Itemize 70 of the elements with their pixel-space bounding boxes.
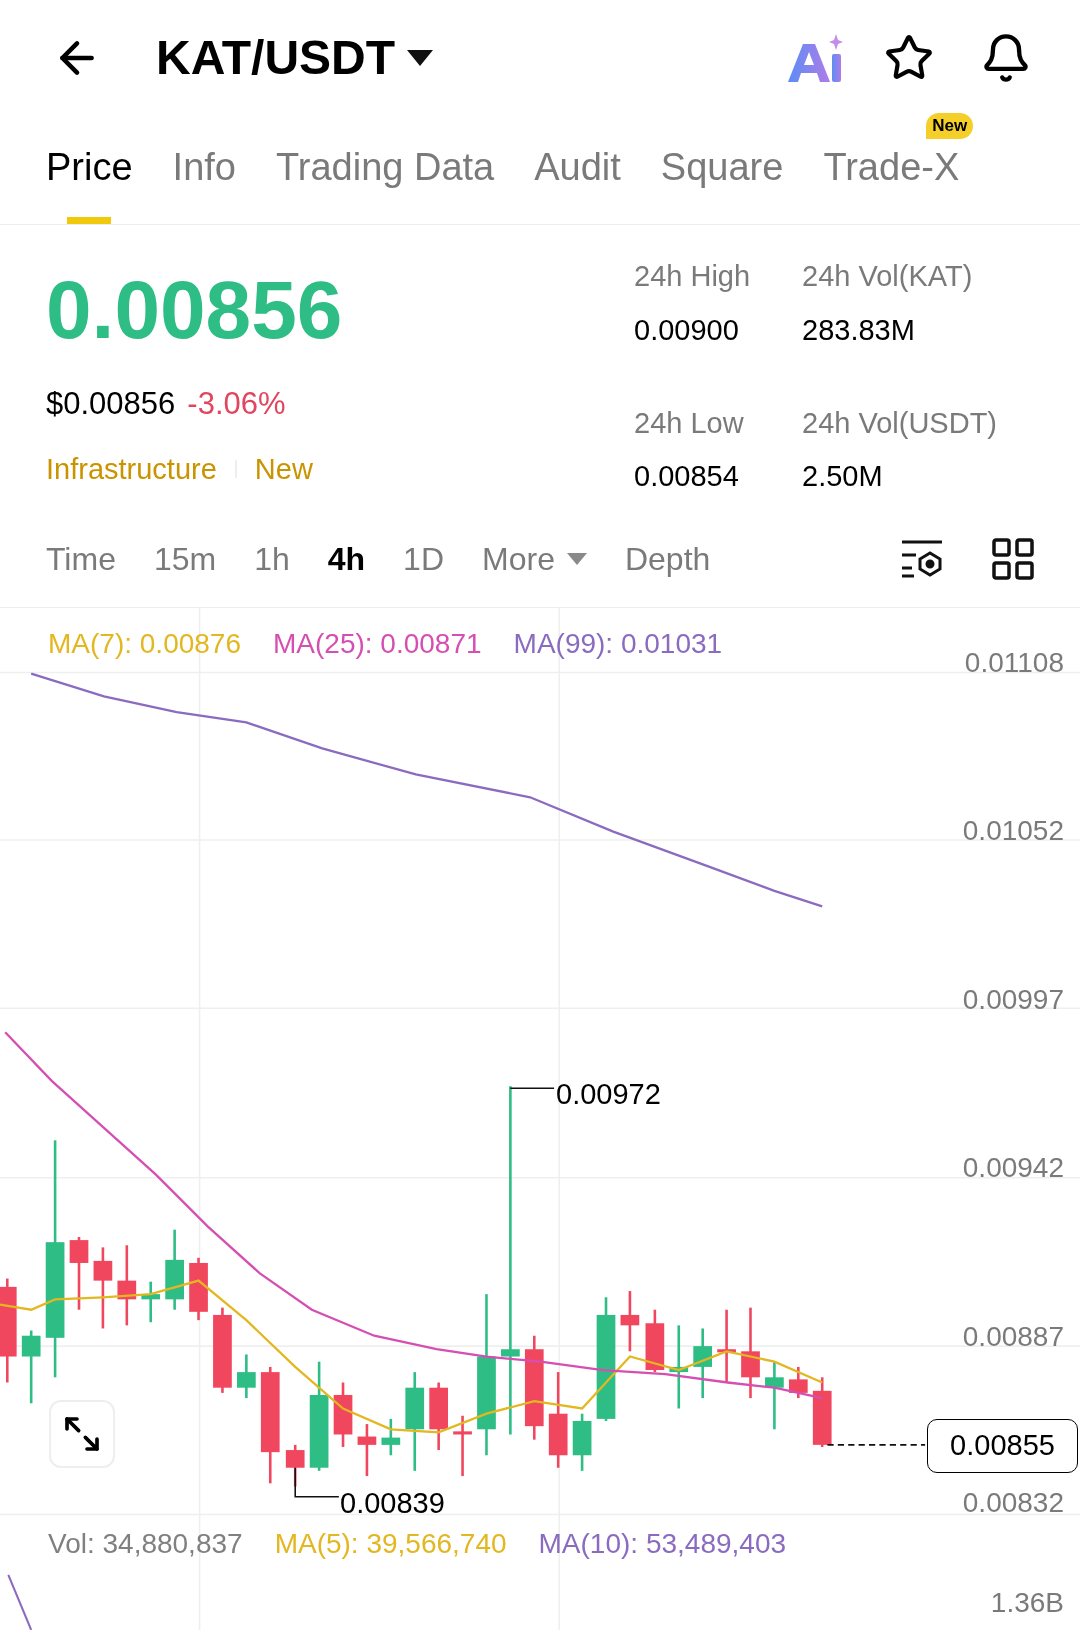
expand-icon <box>62 1414 102 1454</box>
candle <box>812 1377 832 1447</box>
moving-average-legend: MA(99): 0.01031 <box>513 623 723 665</box>
moving-average-legend: MA(25): 0.00871 <box>273 623 482 665</box>
interval-tab[interactable]: 1h <box>254 534 290 583</box>
stat-label: 24h Vol(USDT) <box>802 405 998 441</box>
candle <box>572 1413 592 1471</box>
category-tag[interactable]: New <box>254 447 313 491</box>
volume-legend: MA(5): 39,566,740 <box>274 1523 507 1565</box>
candle <box>693 1328 713 1399</box>
fullscreen-button[interactable] <box>49 1400 115 1468</box>
candle <box>645 1309 665 1373</box>
volume-legend: Vol: 34,880,837 <box>48 1523 243 1565</box>
tab[interactable]: Info <box>172 139 236 224</box>
pair-selector[interactable]: KAT/USDT <box>156 21 434 94</box>
candle <box>237 1354 256 1399</box>
stat-value: 283.83M <box>802 312 916 348</box>
stat-label: 24h High <box>634 259 752 294</box>
moving-average-legend: MA(7): 0.00876 <box>48 623 241 665</box>
caret-icon <box>566 552 587 565</box>
current-price-tag: 0.00855 <box>927 1419 1078 1473</box>
candle <box>429 1382 448 1451</box>
volume-ma-line <box>7 1574 33 1630</box>
stat-value: 0.00900 <box>634 312 740 348</box>
interval-tab[interactable]: Depth <box>624 534 711 583</box>
last-price: 0.00856 <box>46 269 344 351</box>
high-leader-line <box>509 1087 555 1090</box>
interval-tab[interactable]: Time <box>46 534 116 583</box>
candle <box>141 1281 161 1323</box>
stat-label: 24h Vol(KAT) <box>802 259 974 294</box>
interval-tab[interactable]: More <box>482 534 587 583</box>
tab[interactable]: Trading Data <box>275 139 495 224</box>
price-change: -3.06% <box>187 385 286 423</box>
stat-value: 2.50M <box>802 459 884 494</box>
tab[interactable]: Square <box>660 139 784 224</box>
candle <box>765 1361 784 1430</box>
low-leader-line <box>294 1466 340 1498</box>
price-axis-label: 0.00832 <box>962 1486 1064 1520</box>
tab[interactable]: Price <box>46 139 133 224</box>
price-axis-label: 0.00942 <box>962 1151 1064 1185</box>
candle <box>620 1291 640 1352</box>
candle <box>357 1424 377 1477</box>
price-axis-label: 0.00997 <box>962 983 1064 1017</box>
tab[interactable]: Trade-X <box>823 139 960 224</box>
category-tag[interactable]: Infrastructure <box>46 447 217 491</box>
new-badge: New <box>926 113 974 139</box>
candle <box>285 1444 305 1487</box>
usd-price: $0.00856 <box>46 385 176 423</box>
candle <box>788 1366 808 1399</box>
candle <box>453 1415 472 1477</box>
volume-legend: MA(10): 53,489,403 <box>538 1523 787 1565</box>
high-price-label: 0.00972 <box>556 1077 661 1112</box>
price-axis-label: 0.01052 <box>962 814 1064 848</box>
candle <box>381 1418 401 1456</box>
stat-value: 0.00854 <box>634 459 740 494</box>
interval-tab[interactable]: 1D <box>403 534 444 583</box>
interval-tab[interactable]: 4h <box>327 534 366 583</box>
stat-label: 24h Low <box>634 405 745 441</box>
low-price-label: 0.00839 <box>340 1486 445 1521</box>
candle <box>333 1382 353 1447</box>
price-axis-label: 0.00887 <box>962 1320 1064 1354</box>
interval-tab[interactable]: 15m <box>153 534 217 583</box>
active-tab-indicator <box>67 217 112 224</box>
indicator-settings-icon[interactable] <box>900 538 944 579</box>
price-axis-label: 0.01108 <box>964 646 1064 680</box>
candle <box>189 1257 208 1321</box>
tab[interactable]: Audit <box>534 139 621 224</box>
caret-icon <box>407 49 434 66</box>
volume-axis-label: 1.36B <box>990 1586 1064 1620</box>
grid-icon[interactable] <box>992 537 1034 580</box>
